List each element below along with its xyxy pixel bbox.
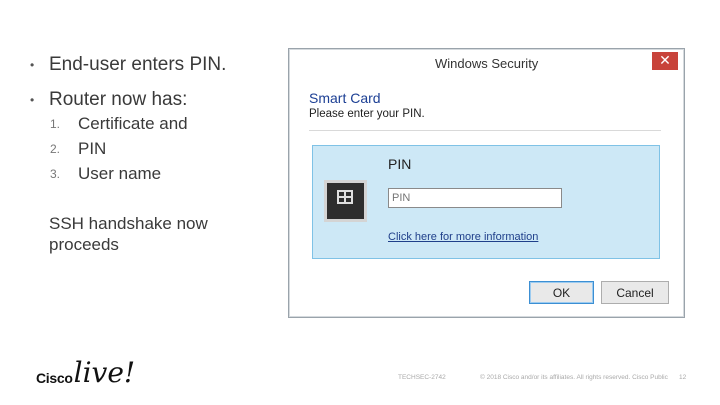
- card-chip: [337, 190, 353, 204]
- cisco-live-logo: Cisco live!: [36, 356, 136, 389]
- session-id: TECHSEC-2742: [398, 374, 446, 381]
- dialog-title: Windows Security: [435, 56, 539, 71]
- logo-cisco-text: Cisco: [36, 370, 73, 386]
- logo-live-text: live!: [73, 356, 136, 389]
- dialog-titlebar[interactable]: Windows Security ✕: [289, 49, 684, 77]
- smart-card-icon: [324, 180, 367, 222]
- dialog-heading: Smart Card: [309, 90, 381, 106]
- cancel-button[interactable]: Cancel: [601, 281, 669, 304]
- numbered-item: 2. PIN: [50, 139, 106, 159]
- pin-label: PIN: [388, 156, 412, 172]
- close-button[interactable]: ✕: [652, 52, 678, 70]
- bullet-text: End-user enters PIN.: [49, 54, 227, 75]
- item-text: User name: [78, 164, 162, 183]
- bullet-dot: •: [30, 93, 35, 107]
- bullet-item: • Router now has:: [30, 89, 187, 111]
- item-number: 2.: [50, 142, 61, 156]
- numbered-item: 1. Certificate and: [50, 114, 188, 134]
- item-number: 1.: [50, 117, 61, 131]
- bullet-text: Router now has:: [49, 89, 188, 110]
- dialog-instruction: Please enter your PIN.: [309, 108, 425, 120]
- item-text: Certificate and: [78, 114, 188, 133]
- item-number: 3.: [50, 167, 61, 181]
- numbered-item: 3. User name: [50, 164, 161, 184]
- copyright: © 2018 Cisco and/or its affiliates. All …: [480, 374, 668, 381]
- close-icon: ✕: [659, 53, 671, 69]
- handshake-paragraph: SSH handshake now proceeds: [49, 214, 208, 254]
- item-text: PIN: [78, 139, 107, 158]
- more-information-link[interactable]: Click here for more information: [388, 231, 538, 243]
- page-number: 12: [679, 374, 687, 381]
- windows-security-dialog: Windows Security ✕ Smart Card Please ent…: [288, 48, 685, 318]
- smart-card-credential-tile[interactable]: PIN Click here for more information: [312, 145, 660, 259]
- divider: [309, 130, 661, 131]
- pin-input[interactable]: [388, 188, 562, 208]
- ok-button[interactable]: OK: [529, 281, 594, 304]
- bullet-item: • End-user enters PIN.: [30, 54, 226, 76]
- bullet-dot: •: [30, 58, 35, 72]
